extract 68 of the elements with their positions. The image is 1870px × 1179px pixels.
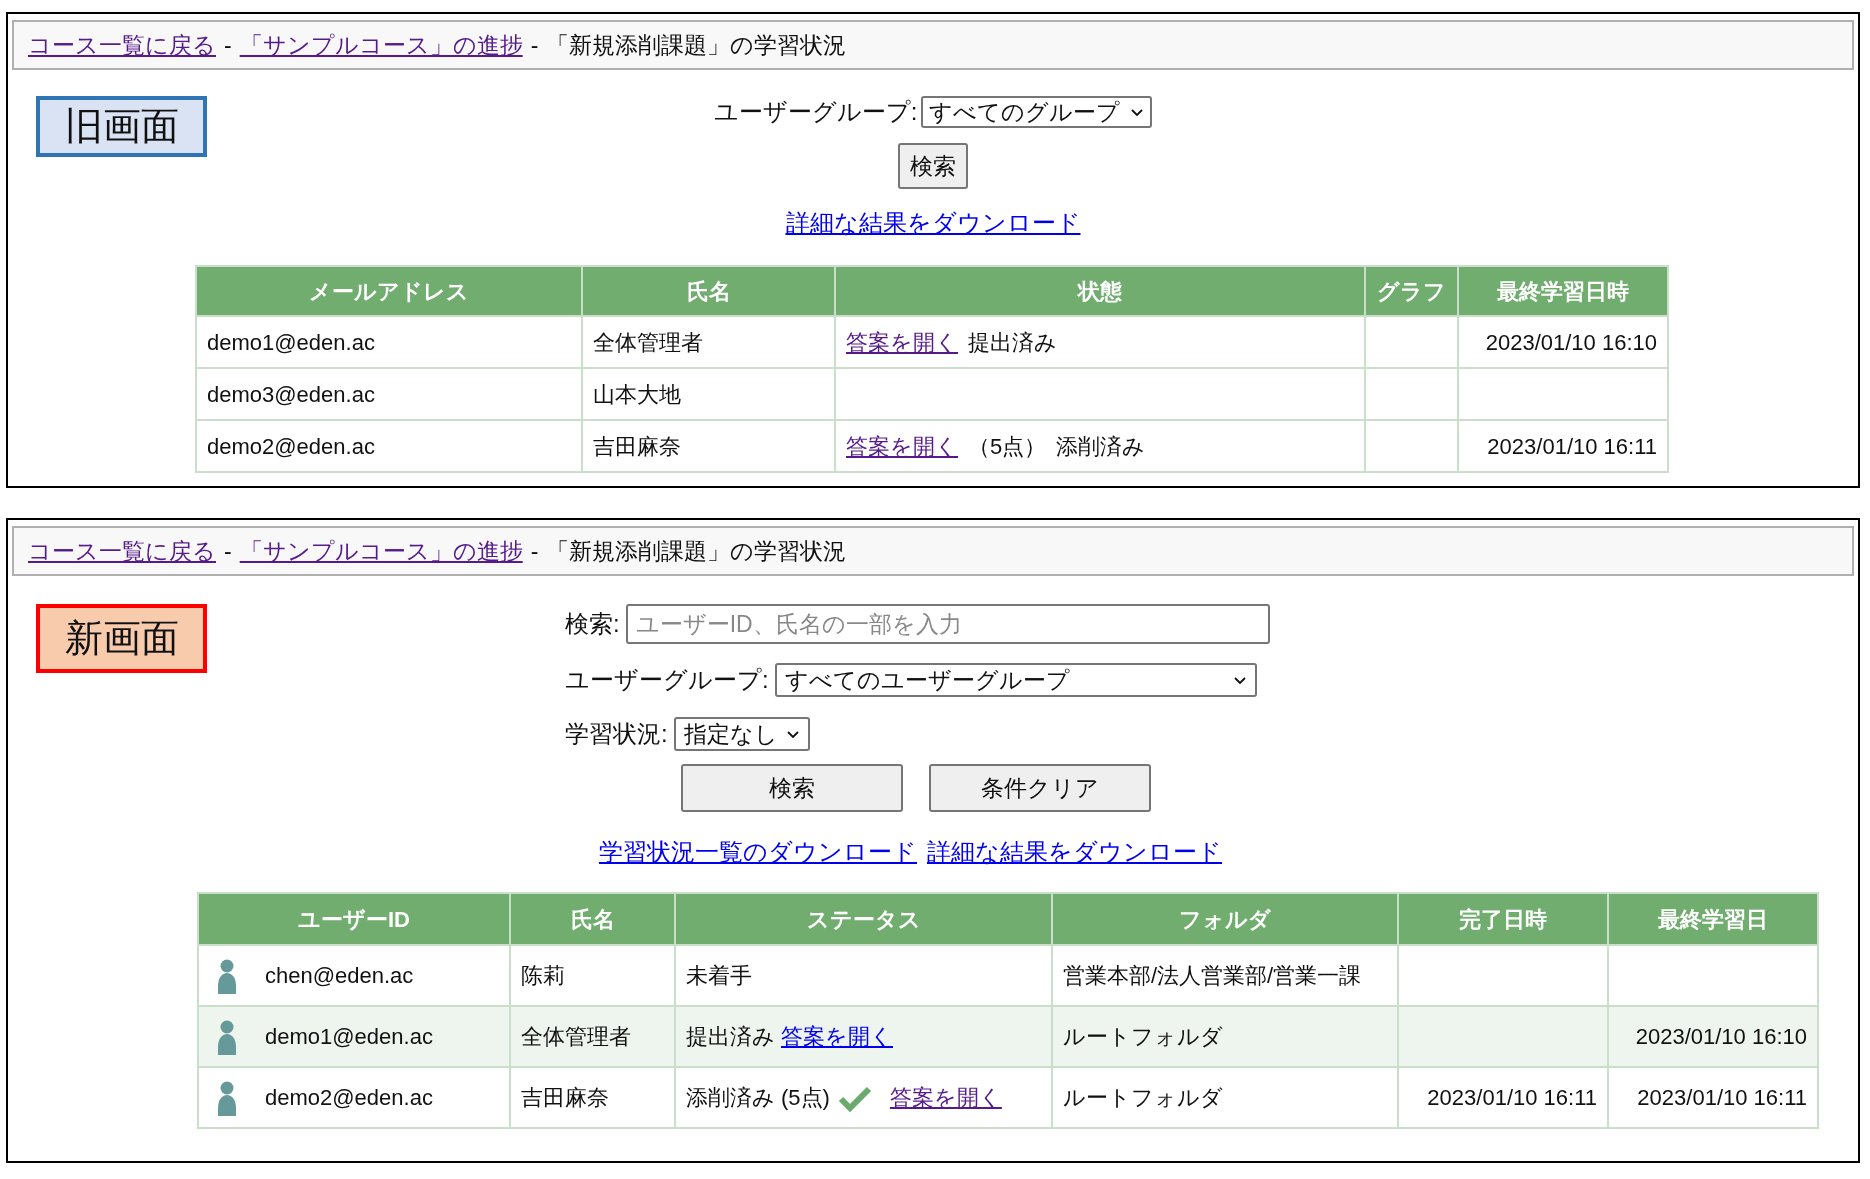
- form-button[interactable]: 検索: [681, 764, 903, 812]
- screen-label: 旧画面: [36, 96, 207, 157]
- open-answer-link[interactable]: 答案を開く: [889, 1081, 1002, 1114]
- status-text: （5点）: [968, 432, 1047, 461]
- column-header: 氏名: [582, 266, 835, 316]
- table-cell: 山本大地: [582, 368, 835, 420]
- breadcrumb-link[interactable]: コース一覧に戻る: [28, 533, 216, 569]
- download-link[interactable]: 詳細な結果をダウンロード: [785, 205, 1081, 241]
- user-icon: [215, 957, 239, 994]
- column-header: 完了日時: [1398, 893, 1608, 945]
- breadcrumb-text: 「新規添削課題」の学習状況: [546, 30, 847, 60]
- column-header: ステータス: [675, 893, 1052, 945]
- status-text: 添削済み: [686, 1084, 775, 1112]
- breadcrumb-text: 「新規添削課題」の学習状況: [546, 536, 847, 566]
- search-label: 検索:: [565, 609, 620, 639]
- breadcrumb-text: -: [530, 536, 539, 566]
- breadcrumb-text: -: [530, 30, 539, 60]
- caret-icon: [1232, 674, 1247, 686]
- learning-status-select[interactable]: 指定なし: [673, 717, 810, 751]
- status-text: (5点): [781, 1084, 830, 1112]
- table-cell: ルートフォルダ: [1052, 1067, 1398, 1128]
- user-group-label: ユーザーグループ:: [565, 665, 769, 695]
- column-header: フォルダ: [1052, 893, 1398, 945]
- table-cell: demo3@eden.ac: [196, 368, 582, 420]
- caret-icon: [785, 728, 800, 740]
- column-header: ユーザーID: [198, 893, 510, 945]
- user-icon: [215, 1079, 239, 1116]
- column-header: グラフ: [1365, 266, 1458, 316]
- column-header: 状態: [835, 266, 1365, 316]
- status-text: 提出済み: [686, 1023, 775, 1051]
- open-answer-link[interactable]: 答案を開く: [846, 429, 958, 463]
- form-button[interactable]: 条件クリア: [929, 764, 1151, 812]
- learning-status-label: 学習状況:: [565, 719, 668, 749]
- column-header: メールアドレス: [196, 266, 582, 316]
- open-answer-link[interactable]: 答案を開く: [846, 325, 958, 359]
- user-group-label: ユーザーグループ:: [713, 97, 918, 127]
- column-header: 最終学習日時: [1458, 266, 1668, 316]
- table-cell: demo1@eden.ac: [196, 316, 582, 368]
- table-cell: 2023/01/10 16:10: [1458, 316, 1668, 368]
- status-text: 添削済み: [1056, 432, 1146, 461]
- table-cell: 2023/01/10 16:11: [1398, 1067, 1608, 1128]
- breadcrumb-text: -: [224, 536, 232, 566]
- breadcrumb-text: -: [224, 30, 232, 60]
- table-cell: demo2@eden.ac: [196, 420, 582, 472]
- user-id-text: demo1@eden.ac: [265, 1023, 433, 1051]
- table-cell: 2023/01/10 16:11: [1608, 1067, 1818, 1128]
- download-link[interactable]: 詳細な結果をダウンロード: [927, 834, 1222, 870]
- user-id-text: demo2@eden.ac: [265, 1084, 433, 1112]
- table-cell: 全体管理者: [582, 316, 835, 368]
- search-button[interactable]: 検索: [898, 143, 968, 189]
- download-link[interactable]: 学習状況一覧のダウンロード: [599, 834, 917, 870]
- breadcrumb-link[interactable]: コース一覧に戻る: [28, 27, 216, 63]
- screen-label: 新画面: [36, 604, 207, 673]
- table-cell: 2023/01/10 16:11: [1458, 420, 1668, 472]
- status-text: 未着手: [686, 962, 752, 990]
- table-cell: 吉田麻奈: [510, 1067, 675, 1128]
- table-cell: 吉田麻奈: [582, 420, 835, 472]
- column-header: 最終学習日: [1608, 893, 1818, 945]
- user-group-select[interactable]: すべてのグループ: [921, 96, 1153, 128]
- user-id-text: chen@eden.ac: [265, 962, 414, 990]
- breadcrumb-link[interactable]: 「サンプルコース」の進捗: [239, 533, 523, 569]
- open-answer-link[interactable]: 答案を開く: [781, 1020, 893, 1053]
- breadcrumb-link[interactable]: 「サンプルコース」の進捗: [239, 27, 523, 63]
- caret-icon: [1130, 106, 1145, 118]
- user-group-select[interactable]: すべてのユーザーグループ: [774, 663, 1257, 697]
- user-icon: [215, 1018, 239, 1055]
- status-text: 提出済み: [968, 328, 1057, 357]
- search-field[interactable]: ユーザーID、氏名の一部を入力: [625, 604, 1270, 644]
